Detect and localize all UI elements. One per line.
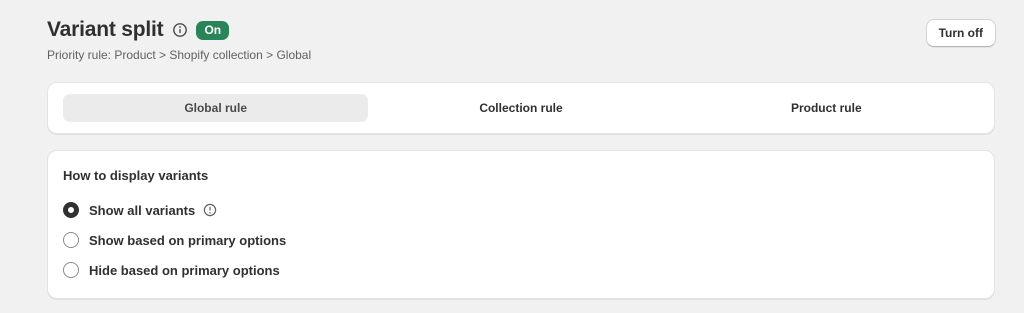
page-header: Variant split On Priority rule: Product … <box>47 16 996 66</box>
radio-label: Show all variants <box>89 202 196 218</box>
option-hide-primary-options[interactable]: Hide based on primary options <box>63 255 979 285</box>
rule-tabs: Global rule Collection rule Product rule <box>47 82 995 134</box>
tab-global-rule[interactable]: Global rule <box>63 94 369 122</box>
turn-off-button[interactable]: Turn off <box>925 19 996 47</box>
title-row: Variant split On <box>47 16 996 44</box>
option-show-primary-options[interactable]: Show based on primary options <box>63 225 979 255</box>
radio-unselected[interactable] <box>63 262 79 278</box>
page-title: Variant split <box>47 18 164 41</box>
radio-selected[interactable] <box>63 202 79 218</box>
display-variants-card: How to display variants Show all variant… <box>47 150 995 299</box>
radio-label: Hide based on primary options <box>89 262 280 278</box>
info-icon[interactable] <box>203 203 217 217</box>
priority-rule-text: Priority rule: Product > Shopify collect… <box>47 48 312 62</box>
section-title: How to display variants <box>63 168 209 183</box>
radio-unselected[interactable] <box>63 232 79 248</box>
info-icon[interactable] <box>172 22 188 38</box>
tab-product-rule[interactable]: Product rule <box>674 94 979 122</box>
status-badge: On <box>196 20 230 40</box>
option-show-all-variants[interactable]: Show all variants <box>63 195 979 225</box>
tab-collection-rule[interactable]: Collection rule <box>368 94 673 122</box>
radio-label: Show based on primary options <box>89 232 287 248</box>
variant-split-page: Variant split On Priority rule: Product … <box>0 0 1024 313</box>
